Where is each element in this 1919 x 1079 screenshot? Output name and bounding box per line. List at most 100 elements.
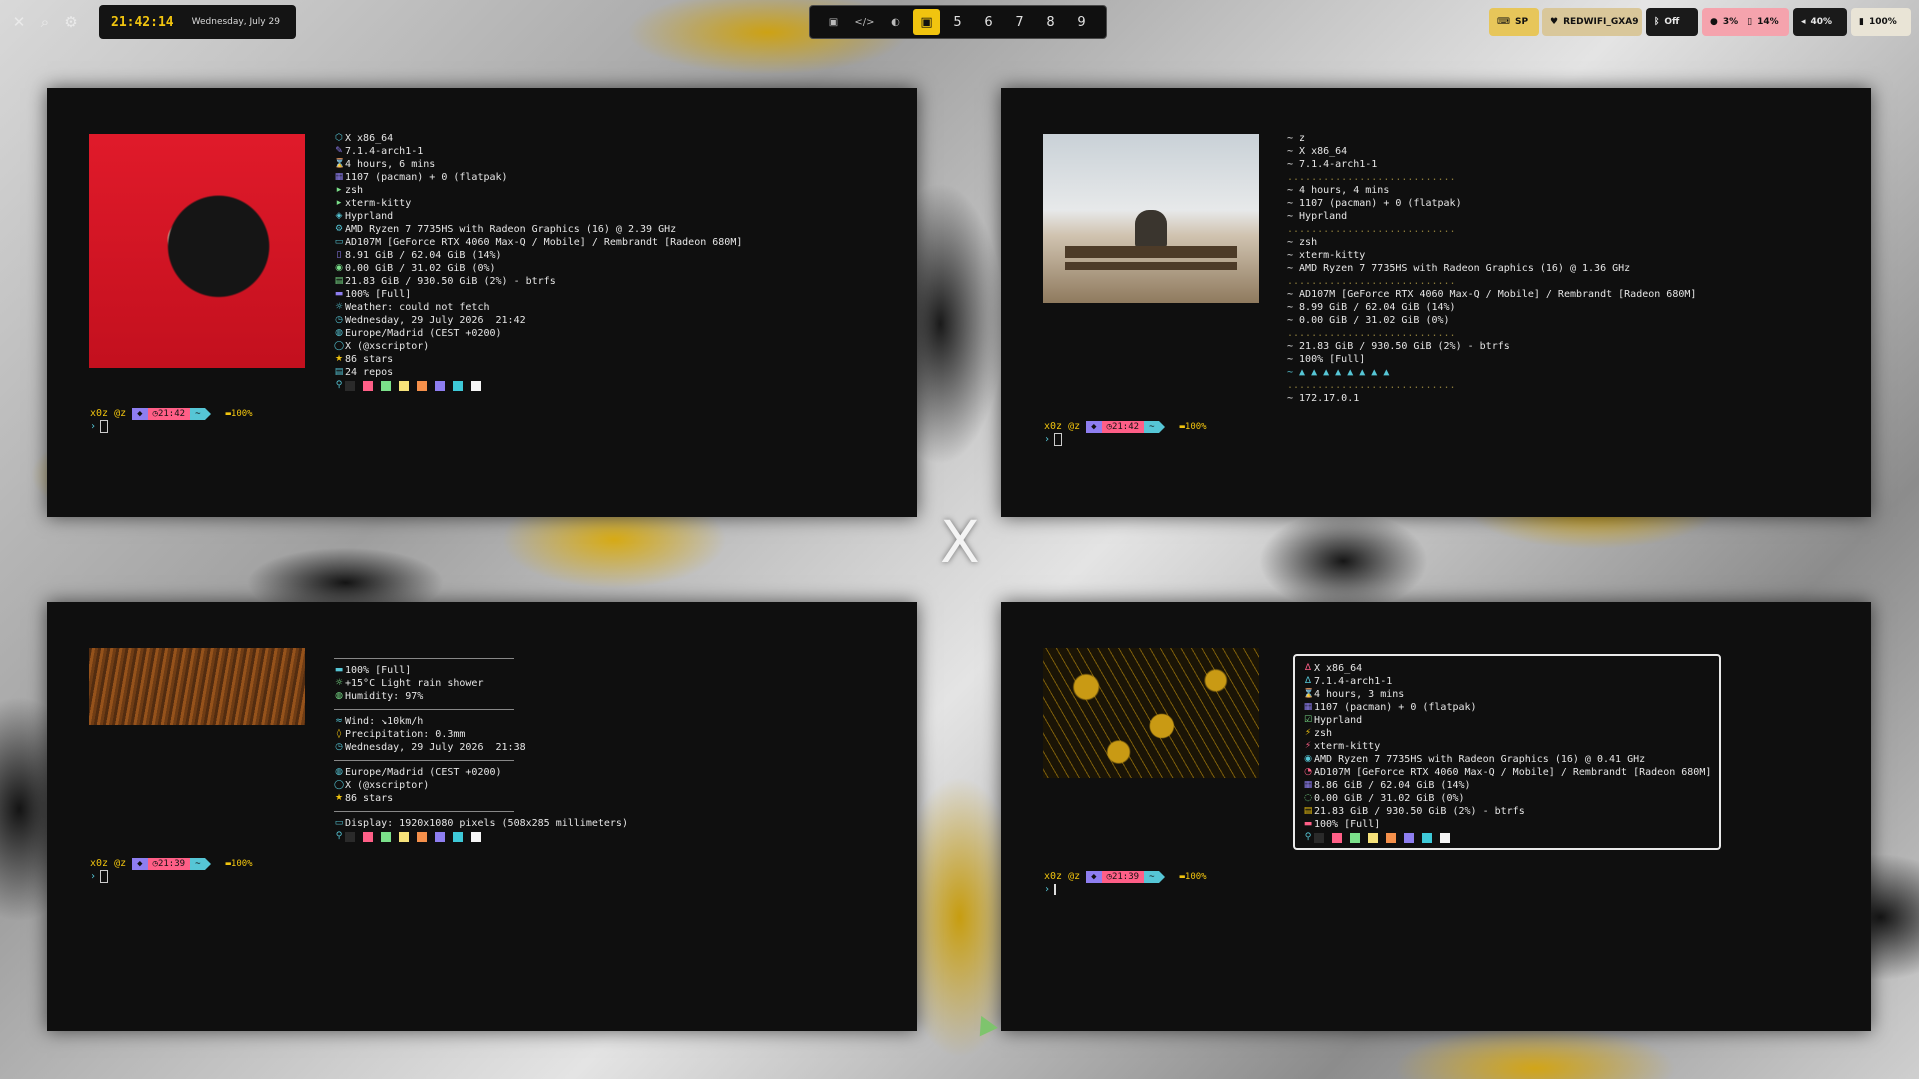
color-palette: ⚲ xyxy=(1303,831,1719,844)
info-line: ⚡ zsh xyxy=(1303,727,1719,740)
prompt-time: ◷ 21:39 xyxy=(147,857,191,870)
info-line: ≈ Wind: ↘10km/h xyxy=(334,715,628,728)
info-line-text: AD107M [GeForce RTX 4060 Max-Q / Mobile]… xyxy=(1314,767,1712,778)
info-line-icon: ◯ xyxy=(334,341,345,351)
bluetooth-status[interactable]: ᛒ Off xyxy=(1646,8,1698,36)
info-line-icon: ▦ xyxy=(1303,702,1313,712)
fetch-info-box: ΔX x86_64 Δ 7.1.4-arch1-1 ⌛ 4 hours, 3 mins ▦… xyxy=(1293,654,1721,850)
workspace-5[interactable]: 5 xyxy=(942,9,973,35)
system-usage[interactable]: ● 3% ▯ 14% xyxy=(1702,8,1789,36)
workspace-6[interactable]: 6 xyxy=(973,9,1004,35)
battery-status[interactable]: ▮ 100% xyxy=(1851,8,1911,36)
info-line: ~ 172.17.0.1 xyxy=(1287,393,1360,404)
fetch-image-forest xyxy=(89,648,305,725)
info-line-icon: ⚡ xyxy=(1304,728,1312,738)
terminal-window-4[interactable]: ΔX x86_64 Δ 7.1.4-arch1-1 ⌛ 4 hours, 3 mins ▦… xyxy=(1001,602,1871,1031)
terminal-window-3[interactable]: ▬ 100% [Full] ☼ +15°C Light rain shower ◍ Hum… xyxy=(47,602,917,1031)
info-line-icon: ⬡ xyxy=(335,133,343,143)
prompt-dir: ~ xyxy=(1144,870,1160,883)
topbar-left: ✕ ⌕ ⚙ xyxy=(6,5,84,39)
info-line-icon: ☼ xyxy=(334,678,344,688)
prompt-end-arrow xyxy=(1159,870,1166,883)
info-line: ~ Hyprland xyxy=(1287,211,1348,222)
workspace-7[interactable]: 7 xyxy=(1004,9,1035,35)
info-line-icon: Δ xyxy=(1304,676,1312,686)
palette-swatch xyxy=(399,380,409,391)
info-line: ▤ 21.83 GiB / 930.50 GiB (2%) - btrfs xyxy=(1303,805,1719,818)
palette-swatch xyxy=(417,380,427,391)
shell-prompt: x0z @z ◆ ◷ 21:39 ~ ▬100% › xyxy=(90,857,253,883)
workspace-active[interactable]: ▣ xyxy=(913,9,940,35)
text-cursor xyxy=(100,870,109,883)
info-line-text: Europe/Madrid (CEST +0200) xyxy=(345,767,502,778)
close-icon[interactable]: ✕ xyxy=(6,5,32,39)
info-line-icon: ⌛ xyxy=(1303,689,1315,699)
terminal-window-2[interactable]: ~ z ~ X x86_64 ~ 7.1.4-arch1-1............… xyxy=(1001,88,1871,517)
color-palette: ⚲ xyxy=(334,379,742,392)
info-line-text: 86 stars xyxy=(345,793,394,804)
info-line: ▭ Display: 1920x1080 pixels (508x285 mill… xyxy=(334,817,628,830)
pin-icon: ⚲ xyxy=(335,380,343,390)
info-line-text: Wind: ↘10km/h xyxy=(345,716,424,727)
dotted-separator: ............................ xyxy=(1287,380,1456,391)
info-line: ◍ Europe/Madrid (CEST +0200) xyxy=(334,766,628,779)
info-line-text: xterm-kitty xyxy=(345,198,412,209)
info-line-text: 7.1.4-arch1-1 xyxy=(1314,676,1393,687)
workspace-8[interactable]: 8 xyxy=(1035,9,1066,35)
keyboard-layout[interactable]: ⌨ SP xyxy=(1489,8,1539,36)
info-line-text: 24 repos xyxy=(345,367,394,378)
clock-widget[interactable]: 21:42:14 Wednesday, July 29 xyxy=(99,5,296,39)
pin-icon: ⚲ xyxy=(335,831,343,841)
info-line: ◯ X (@xscriptor) xyxy=(334,340,742,353)
info-line-text: xterm-kitty xyxy=(1314,741,1381,752)
palette-swatch xyxy=(1350,832,1360,843)
divider xyxy=(334,658,514,659)
palette-swatch xyxy=(363,380,373,391)
wifi-label: REDWIFI_GXA9 xyxy=(1563,17,1639,27)
info-line-text: X x86_64 xyxy=(345,133,394,144)
volume-status[interactable]: ◂ 40% xyxy=(1793,8,1847,36)
gear-icon[interactable]: ⚙ xyxy=(58,5,84,39)
workspace-theme-icon[interactable]: ◐ xyxy=(880,9,911,35)
info-line-icon: ▬ xyxy=(334,665,344,675)
divider xyxy=(334,709,514,710)
battery-icon: ▮ xyxy=(1859,17,1864,27)
info-line: ◍ Humidity: 97% xyxy=(334,690,628,703)
palette-swatch xyxy=(471,831,481,842)
divider xyxy=(334,760,514,761)
workspace-9[interactable]: 9 xyxy=(1066,9,1097,35)
info-line: ~ xterm-kitty xyxy=(1287,250,1366,261)
wifi-status[interactable]: ♥ REDWIFI_GXA9 xyxy=(1542,8,1642,36)
palette-swatch xyxy=(435,380,445,391)
info-line-text: 7.1.4-arch1-1 xyxy=(345,146,424,157)
info-line-text: 100% [Full] xyxy=(1314,819,1381,830)
info-line-icon: ◔ xyxy=(1304,767,1312,777)
info-line-icon: ◉ xyxy=(1304,754,1312,764)
palette-swatch xyxy=(381,380,391,391)
info-line-icon: ▬ xyxy=(334,289,344,299)
info-line: ▸ zsh xyxy=(334,184,742,197)
workspace-window-icon[interactable]: ▣ xyxy=(818,9,849,35)
mouse-pointer-icon xyxy=(972,1011,998,1037)
bluetooth-label: Off xyxy=(1664,17,1680,27)
fetch-info: ~ z ~ X x86_64 ~ 7.1.4-arch1-1............… xyxy=(1287,132,1696,405)
terminal-window-1[interactable]: ⬡ X x86_64 ✎ 7.1.4-arch1-1 ⌛ 4 hours, 6 mins ▦… xyxy=(47,88,917,517)
prompt-time: ◷ 21:42 xyxy=(147,407,191,420)
info-line: ~ X x86_64 xyxy=(1287,146,1348,157)
prompt-user: x0z @z xyxy=(1044,871,1081,882)
info-line-text: Precipitation: 0.3mm xyxy=(345,729,466,740)
palette-swatch xyxy=(471,380,481,391)
search-icon[interactable]: ⌕ xyxy=(32,5,58,39)
info-line-text: 4 hours, 6 mins xyxy=(345,159,436,170)
info-line: ▸ xterm-kitty xyxy=(334,197,742,210)
prompt-chevron: › xyxy=(1044,434,1051,445)
info-line: ▦ 8.86 GiB / 62.04 GiB (14%) xyxy=(1303,779,1719,792)
info-line: ◔ AD107M [GeForce RTX 4060 Max-Q / Mobile… xyxy=(1303,766,1719,779)
palette-swatch xyxy=(417,831,427,842)
info-line: ▦ 1107 (pacman) + 0 (flatpak) xyxy=(1303,701,1719,714)
info-line-text: Humidity: 97% xyxy=(345,691,424,702)
desktop-logo-mark: X xyxy=(940,508,980,576)
workspace-code-icon[interactable]: </> xyxy=(849,9,880,35)
prompt-os-icon: ◆ xyxy=(1086,870,1102,883)
battery-label: 100% xyxy=(1868,17,1897,27)
